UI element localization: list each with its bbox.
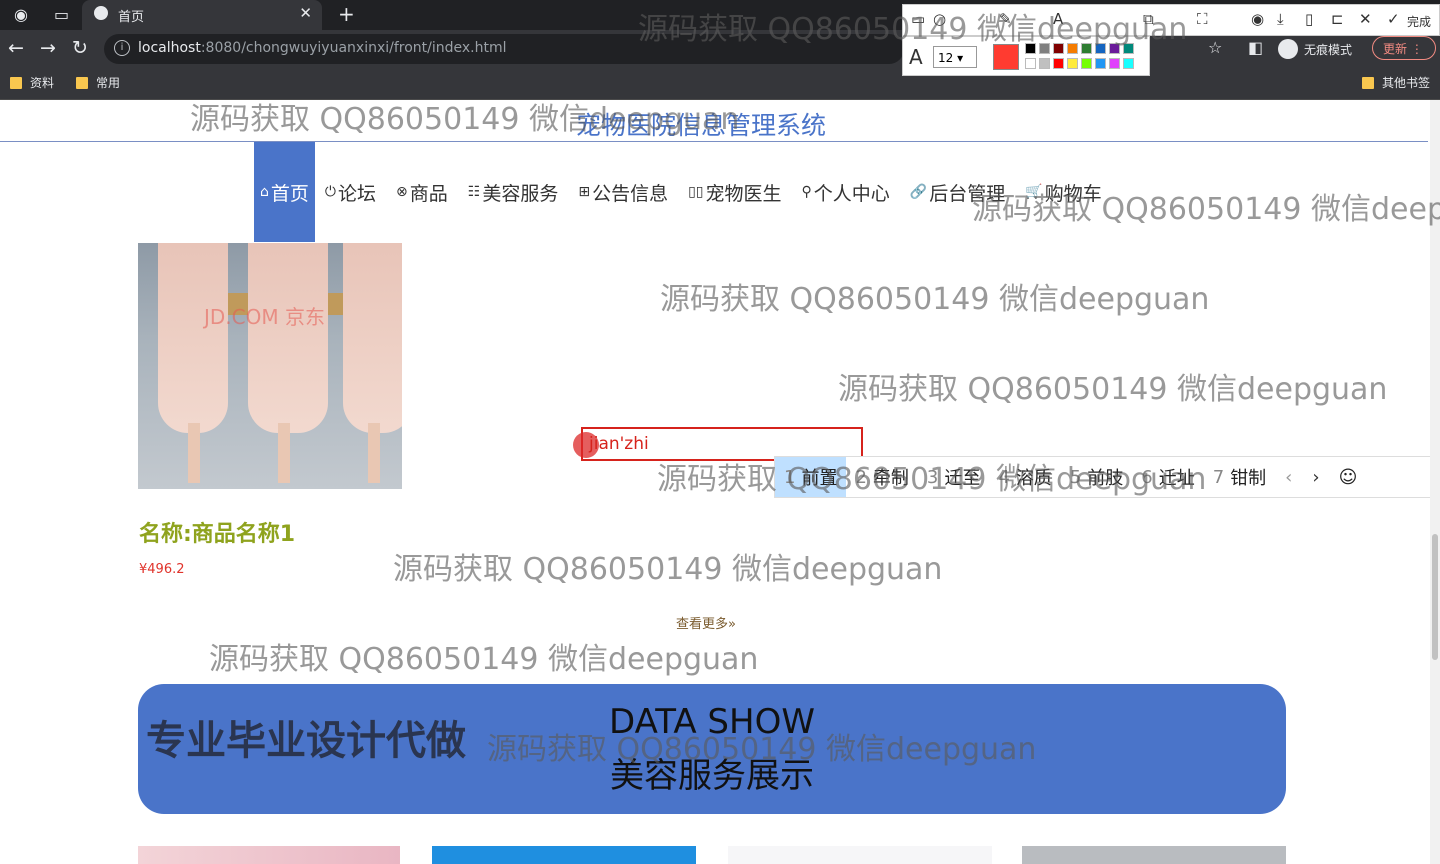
- browser-tab[interactable]: 首页 ✕: [82, 0, 322, 30]
- nav-item-home[interactable]: ⌂ 首页: [254, 142, 315, 242]
- forum-icon: ⏻: [324, 184, 336, 200]
- ime-prev-page-icon[interactable]: ‹: [1275, 457, 1302, 497]
- watermark-text: 源码获取 QQ86050149 微信deepguan: [393, 552, 943, 587]
- goods-icon: ⊗: [396, 184, 408, 200]
- color-swatch[interactable]: [1095, 58, 1106, 69]
- watermark-text: 源码获取 QQ86050149 微信deepguan: [487, 732, 1037, 767]
- scan-tool-icon[interactable]: ⛶: [1197, 10, 1208, 28]
- watermark-text: 源码获取 QQ86050149 微信deepguan: [657, 462, 1207, 497]
- update-button[interactable]: 更新 ⋮: [1372, 36, 1436, 60]
- ime-emoji-icon[interactable]: ☺: [1330, 457, 1367, 497]
- save-icon[interactable]: ⊏: [1331, 10, 1344, 28]
- site-info-icon[interactable]: i: [114, 40, 130, 56]
- product-image-leg: [278, 423, 290, 483]
- url-text: localhost:8080/chongwuyiyuanxinxi/front/…: [138, 40, 507, 56]
- view-more-link[interactable]: 查看更多»: [676, 613, 736, 632]
- watermark-text: 源码获取 QQ86050149 微信deepguan: [972, 192, 1440, 227]
- image-watermark: JD.COM 京东: [204, 305, 325, 329]
- nav-item-goods[interactable]: ⊗ 商品: [386, 142, 458, 242]
- bookmark-folder-ziliao[interactable]: 资料: [10, 74, 54, 91]
- nav-item-doctor[interactable]: ▯▯ 宠物医生: [678, 142, 791, 242]
- folder-icon: [10, 76, 22, 89]
- folder-icon: [1362, 76, 1374, 89]
- chrome-menu-icon[interactable]: ◉: [14, 5, 28, 24]
- watermark-text: 源码获取 QQ86050149 微信deepguan: [190, 102, 740, 137]
- folder-icon: [76, 76, 88, 89]
- record-icon[interactable]: ◉: [1251, 10, 1264, 28]
- bookmark-folder-changyong[interactable]: 常用: [76, 74, 120, 91]
- color-swatch[interactable]: [1067, 58, 1078, 69]
- color-swatch[interactable]: [1109, 58, 1120, 69]
- download-icon[interactable]: ⤓: [1277, 10, 1284, 28]
- watermark-text: 源码获取 QQ86050149 微信deepguan: [838, 372, 1388, 407]
- nav-item-beauty[interactable]: ☷ 美容服务: [458, 142, 569, 242]
- incognito-icon: [1278, 39, 1298, 59]
- product-image[interactable]: JD.COM 京东: [138, 243, 402, 489]
- service-thumbnail[interactable]: [728, 846, 992, 864]
- confirm-icon[interactable]: ✓: [1387, 10, 1400, 28]
- ime-candidate[interactable]: 7 钳制: [1204, 457, 1275, 497]
- service-thumbnail[interactable]: [138, 846, 400, 864]
- color-swatch[interactable]: [1039, 58, 1050, 69]
- color-swatch[interactable]: [1053, 58, 1064, 69]
- forward-icon[interactable]: →: [40, 37, 56, 59]
- service-thumbnail[interactable]: [432, 846, 696, 864]
- bookmark-folder-other[interactable]: 其他书签: [1362, 74, 1430, 91]
- doctor-icon: ▯▯: [688, 184, 704, 200]
- product-image-skirt: [343, 243, 402, 433]
- back-icon[interactable]: ←: [8, 37, 24, 59]
- product-image-leg: [368, 423, 380, 483]
- cancel-icon[interactable]: ✕: [1359, 10, 1372, 28]
- ime-composition-text: jian'zhi: [589, 434, 649, 454]
- product-name[interactable]: 名称:商品名称1: [139, 516, 295, 548]
- pin-icon[interactable]: ▯: [1305, 10, 1313, 28]
- color-swatch[interactable]: [1123, 58, 1134, 69]
- tab-search-icon[interactable]: ▭: [54, 5, 69, 24]
- nav-item-forum[interactable]: ⏻ 论坛: [315, 142, 386, 242]
- watermark-text: 源码获取 QQ86050149 微信deepguan: [209, 642, 759, 677]
- notice-icon: ⊞: [578, 184, 591, 200]
- user-icon: ⚲: [801, 184, 812, 200]
- home-icon: ⌂: [260, 184, 269, 200]
- color-swatch[interactable]: [1025, 58, 1036, 69]
- watermark-text: 源码获取 QQ86050149 微信deepguan: [638, 12, 1188, 47]
- admin-icon: 🔗: [909, 184, 928, 200]
- new-tab-icon[interactable]: +: [338, 2, 355, 26]
- done-button[interactable]: 完成: [1407, 13, 1431, 30]
- reload-icon[interactable]: ↻: [72, 37, 88, 59]
- ime-next-page-icon[interactable]: ›: [1302, 457, 1329, 497]
- product-image-leg: [188, 423, 200, 483]
- beauty-icon: ☷: [467, 184, 481, 200]
- product-price: ¥496.2: [139, 562, 185, 577]
- tab-title: 首页: [118, 10, 145, 25]
- font-size-select[interactable]: 12 ▾: [933, 46, 977, 68]
- close-tab-icon[interactable]: ✕: [299, 4, 312, 22]
- service-thumbnail[interactable]: [1022, 846, 1286, 864]
- watermark-text: 源码获取 QQ86050149 微信deepguan: [660, 282, 1210, 317]
- product-image-skirt: [248, 243, 328, 433]
- product-image-skirt: [158, 243, 228, 433]
- bookmark-star-icon[interactable]: ☆: [1208, 38, 1222, 57]
- side-panel-icon[interactable]: ◧: [1248, 38, 1263, 57]
- incognito-indicator[interactable]: 无痕模式: [1278, 36, 1352, 62]
- scrollbar-thumb[interactable]: [1432, 534, 1438, 660]
- nav-item-notice[interactable]: ⊞ 公告信息: [568, 142, 678, 242]
- font-icon: A: [909, 45, 923, 69]
- globe-icon: [94, 6, 108, 20]
- nav-item-profile[interactable]: ⚲ 个人中心: [792, 142, 900, 242]
- color-swatch[interactable]: [1081, 58, 1092, 69]
